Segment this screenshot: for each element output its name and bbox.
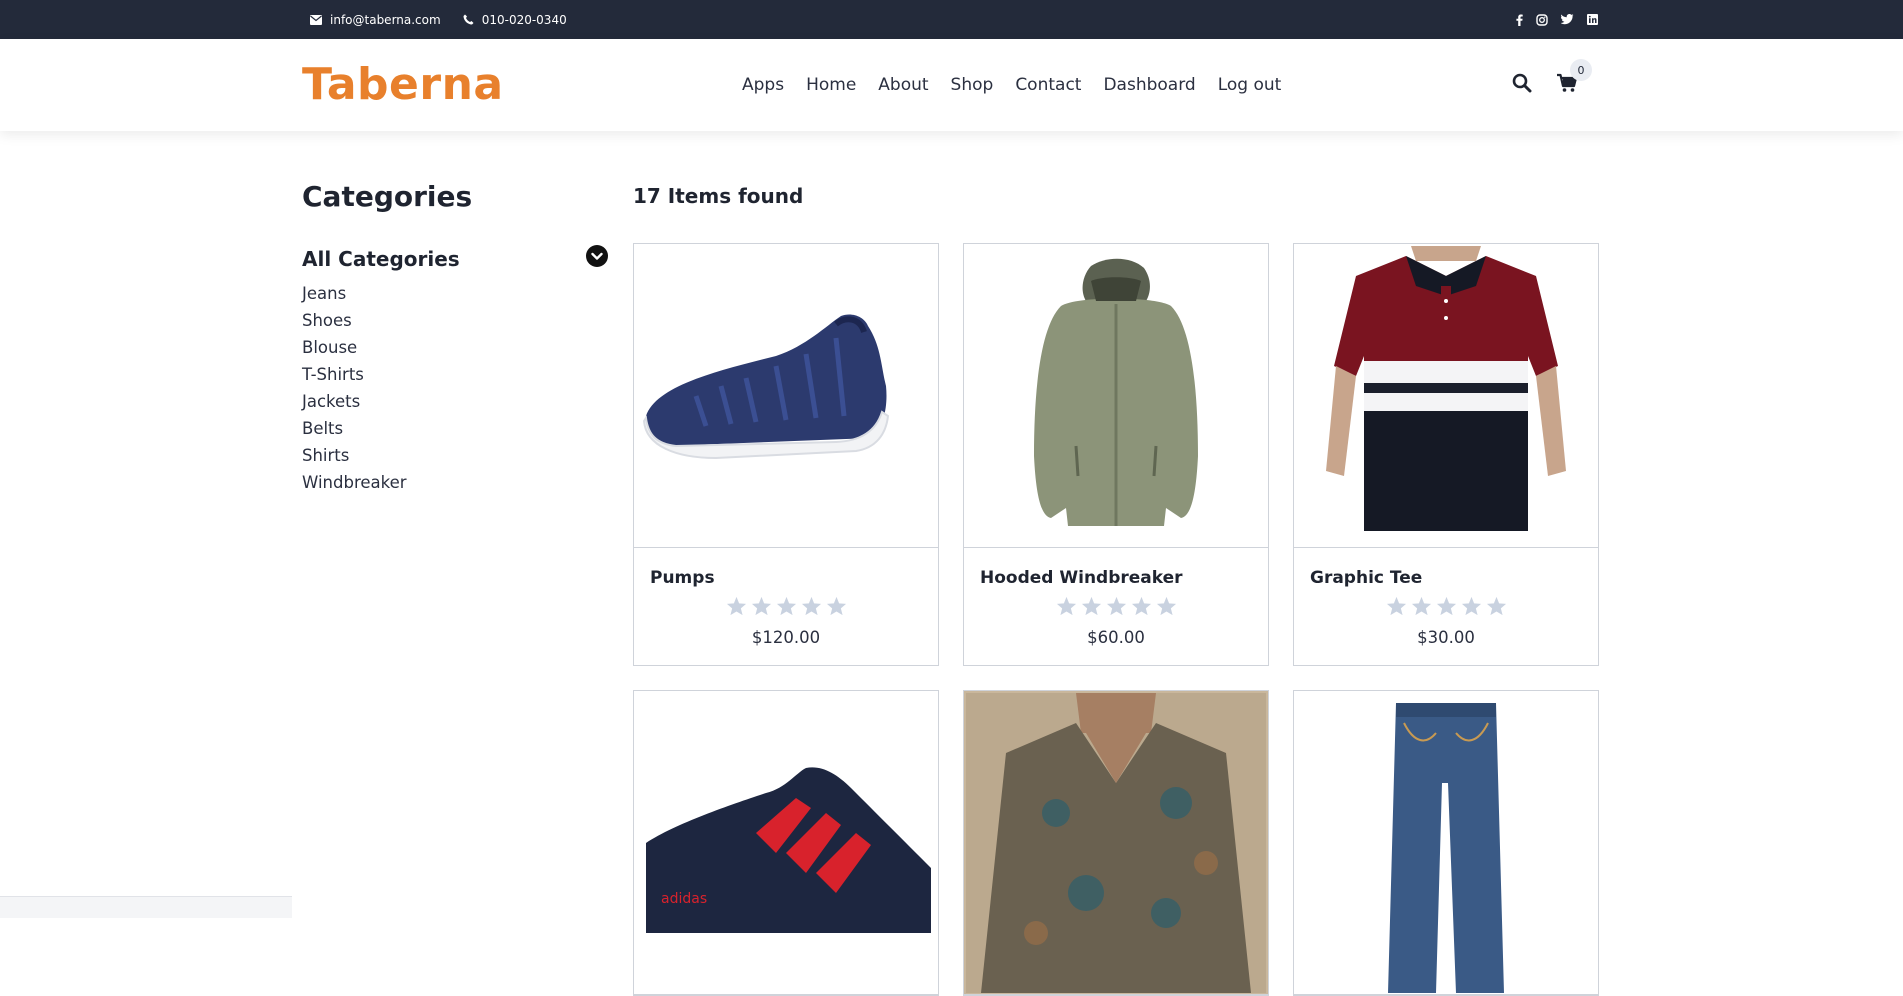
nav-home[interactable]: Home	[806, 75, 856, 95]
star-icon	[1106, 596, 1127, 620]
category-jeans[interactable]: Jeans	[302, 280, 608, 307]
star-rating	[1310, 596, 1582, 620]
star-icon	[1411, 596, 1432, 620]
nav-contact[interactable]: Contact	[1015, 75, 1081, 95]
cart-button[interactable]: 0	[1556, 73, 1578, 97]
twitter-icon[interactable]	[1561, 14, 1574, 25]
category-shoes[interactable]: Shoes	[302, 307, 608, 334]
nav-shop[interactable]: Shop	[951, 75, 994, 95]
sneaker-image: adidas	[636, 693, 936, 993]
star-icon	[1486, 596, 1507, 620]
product-price: $30.00	[1310, 628, 1582, 647]
envelope-icon	[310, 15, 322, 25]
star-icon	[1386, 596, 1407, 620]
product-name[interactable]: Graphic Tee	[1310, 568, 1582, 588]
jacket-image	[966, 246, 1266, 546]
product-name[interactable]: Pumps	[650, 568, 922, 588]
nav-logout[interactable]: Log out	[1218, 75, 1282, 95]
all-categories-label: All Categories	[302, 247, 460, 271]
nav-dashboard[interactable]: Dashboard	[1103, 75, 1195, 95]
star-icon	[1056, 596, 1077, 620]
jeans-image	[1296, 693, 1596, 993]
product-card[interactable]: adidas	[633, 690, 939, 996]
printed-shirt-image	[966, 693, 1266, 993]
product-price: $120.00	[650, 628, 922, 647]
product-image[interactable]	[634, 244, 938, 548]
product-image[interactable]	[964, 691, 1268, 995]
search-icon[interactable]	[1512, 73, 1532, 97]
polo-shirt-image	[1296, 246, 1596, 546]
category-shirts[interactable]: Shirts	[302, 442, 608, 469]
browser-status-bar	[0, 896, 292, 918]
nav-apps[interactable]: Apps	[742, 75, 784, 95]
star-icon	[1081, 596, 1102, 620]
star-icon	[826, 596, 847, 620]
header-actions: 0	[1512, 39, 1578, 131]
category-belts[interactable]: Belts	[302, 415, 608, 442]
star-icon	[1436, 596, 1457, 620]
star-icon	[726, 596, 747, 620]
phone-contact[interactable]: 010-020-0340	[463, 13, 567, 27]
product-image[interactable]: adidas	[634, 691, 938, 995]
product-card[interactable]: Hooded Windbreaker $60.00	[963, 243, 1269, 666]
product-card[interactable]	[1293, 690, 1599, 996]
cart-count-badge: 0	[1570, 59, 1592, 81]
star-icon	[1156, 596, 1177, 620]
category-blouse[interactable]: Blouse	[302, 334, 608, 361]
shoe-image	[636, 246, 936, 546]
star-icon	[1131, 596, 1152, 620]
product-name[interactable]: Hooded Windbreaker	[980, 568, 1252, 588]
nav-about[interactable]: About	[878, 75, 928, 95]
product-image[interactable]	[964, 244, 1268, 548]
categories-title: Categories	[302, 180, 608, 213]
star-icon	[751, 596, 772, 620]
star-icon	[801, 596, 822, 620]
facebook-icon[interactable]	[1516, 14, 1523, 26]
contact-info: info@taberna.com 010-020-0340	[310, 0, 579, 39]
site-logo[interactable]: Taberna	[302, 59, 504, 110]
email-contact[interactable]: info@taberna.com	[310, 13, 441, 27]
brand-mark: adidas	[661, 891, 707, 907]
category-windbreaker[interactable]: Windbreaker	[302, 469, 608, 496]
social-links	[1516, 0, 1598, 39]
product-card[interactable]: Graphic Tee $30.00	[1293, 243, 1599, 666]
star-icon	[1461, 596, 1482, 620]
top-bar: info@taberna.com 010-020-0340	[0, 0, 1903, 39]
chevron-down-icon[interactable]	[586, 245, 608, 272]
star-rating	[980, 596, 1252, 620]
linkedin-icon[interactable]	[1587, 14, 1598, 25]
phone-icon	[463, 14, 474, 25]
category-sidebar: Categories All Categories Jeans Shoes Bl…	[302, 180, 608, 496]
phone-text: 010-020-0340	[482, 13, 567, 27]
product-card[interactable]: Pumps $120.00	[633, 243, 939, 666]
product-price: $60.00	[980, 628, 1252, 647]
cart-icon	[1556, 78, 1578, 97]
category-list: Jeans Shoes Blouse T-Shirts Jackets Belt…	[302, 280, 608, 496]
main-nav: Apps Home About Shop Contact Dashboard L…	[742, 39, 1281, 131]
main-header: Taberna Apps Home About Shop Contact Das…	[0, 39, 1903, 131]
items-found-count: 17 Items found	[633, 184, 803, 208]
category-jackets[interactable]: Jackets	[302, 388, 608, 415]
product-card[interactable]	[963, 690, 1269, 996]
star-icon	[776, 596, 797, 620]
star-rating	[650, 596, 922, 620]
instagram-icon[interactable]	[1536, 14, 1548, 26]
product-image[interactable]	[1294, 244, 1598, 548]
all-categories-toggle[interactable]: All Categories	[302, 245, 608, 272]
category-tshirts[interactable]: T-Shirts	[302, 361, 608, 388]
product-image[interactable]	[1294, 691, 1598, 995]
email-text: info@taberna.com	[330, 13, 441, 27]
